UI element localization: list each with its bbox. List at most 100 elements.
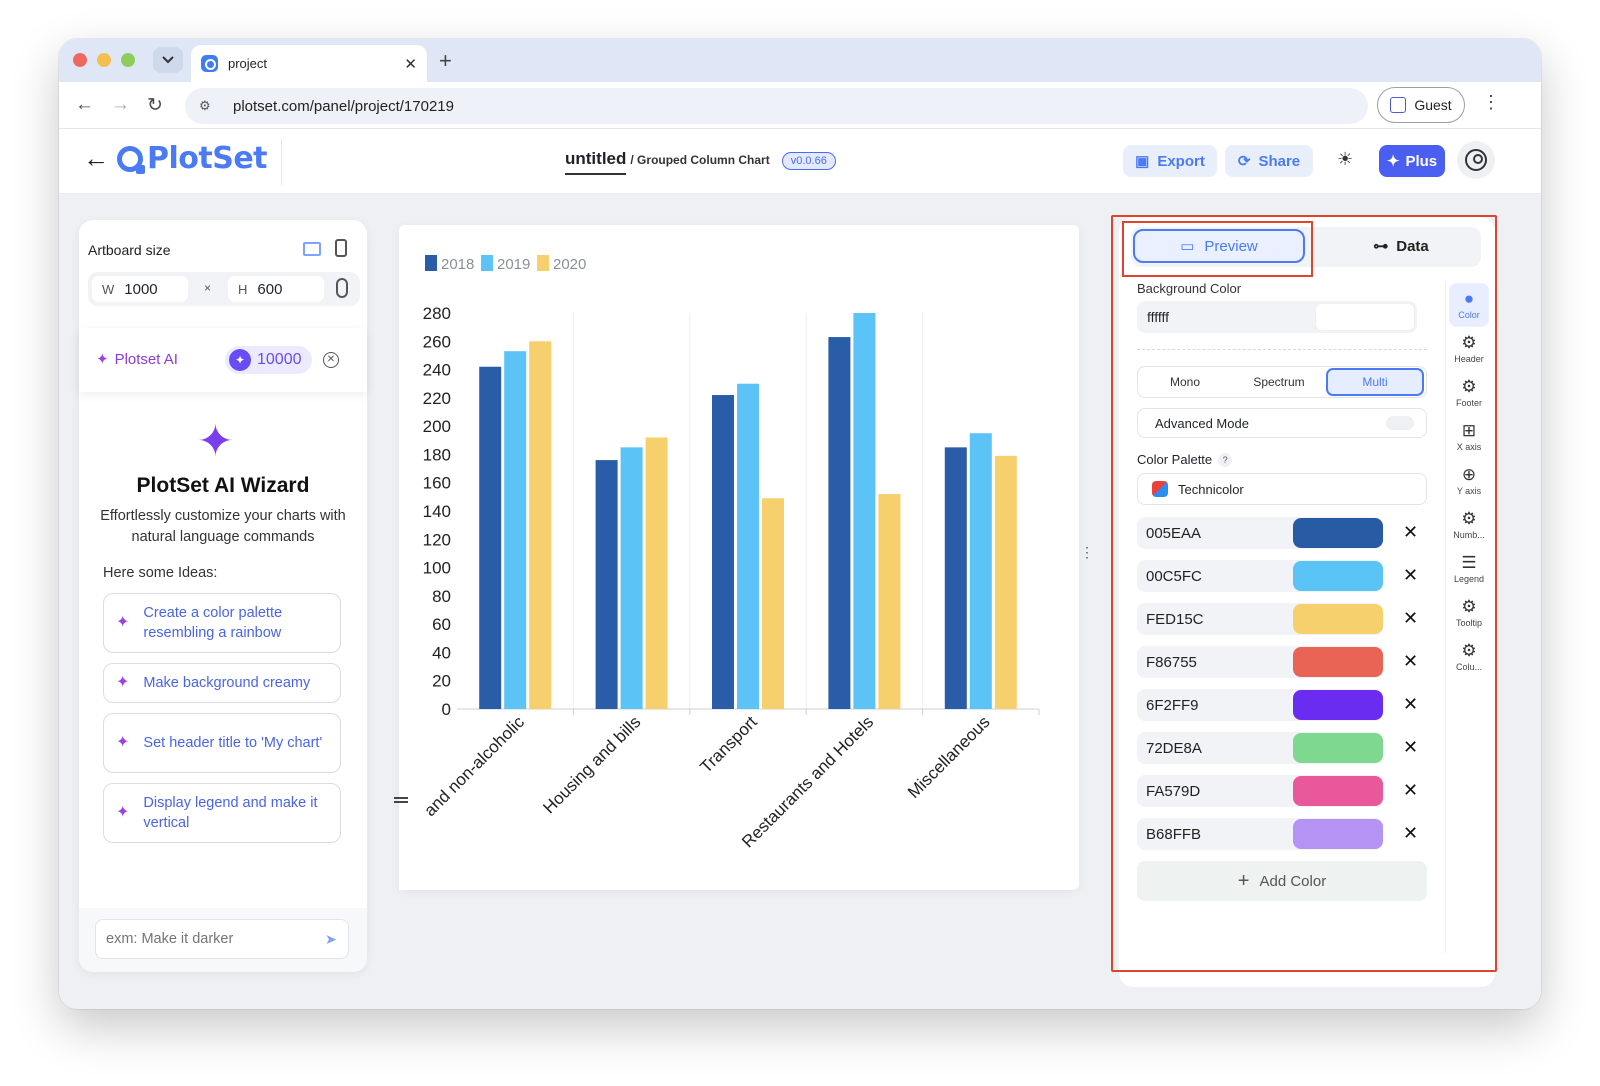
color-swatch[interactable]	[1293, 776, 1383, 806]
color-swatch[interactable]	[1293, 690, 1383, 720]
color-swatch[interactable]	[1293, 604, 1383, 634]
share-button[interactable]: ⟳ Share	[1225, 145, 1313, 177]
color-row: 72DE8A ✕	[1137, 732, 1427, 764]
rail-item-x-axis[interactable]: ⊞ X axis	[1449, 415, 1489, 459]
color-swatch[interactable]	[1293, 819, 1383, 849]
tab-preview[interactable]: ▭ Preview	[1133, 229, 1305, 263]
mode-mono[interactable]: Mono	[1138, 375, 1232, 389]
chart-artboard[interactable]: 2018 2019 2020 280 260 240 220 200 180 160 140 120 1…	[399, 225, 1079, 890]
remove-color-icon[interactable]: ✕	[1403, 565, 1418, 586]
remove-color-icon[interactable]: ✕	[1403, 737, 1418, 758]
side-resize-handle[interactable]: ⋮	[1080, 544, 1094, 561]
mobile-icon[interactable]	[335, 239, 347, 257]
advanced-mode-label: Advanced Mode	[1155, 415, 1249, 431]
preview-label: Preview	[1204, 237, 1258, 255]
rail-item-tooltip[interactable]: ⚙ Tooltip	[1449, 591, 1489, 635]
bar	[828, 337, 851, 709]
desktop-icon[interactable]	[303, 242, 321, 256]
forward-icon[interactable]: →	[111, 94, 130, 116]
color-swatch[interactable]	[1293, 561, 1383, 591]
idea-button[interactable]: ✦ Display legend and make it vertical	[103, 783, 341, 843]
height-field[interactable]: H 600	[228, 276, 324, 302]
plotset-logo[interactable]: PlotSet	[117, 141, 268, 176]
bar	[504, 351, 527, 709]
back-arrow-icon[interactable]: ←	[83, 143, 109, 174]
width-value: 1000	[124, 280, 158, 298]
send-icon[interactable]: ➤	[325, 931, 337, 948]
browser-menu-icon[interactable]: ⋮	[1482, 92, 1500, 113]
rail-label: Y axis	[1456, 486, 1482, 496]
legend-label: 2020	[553, 256, 586, 273]
y-tick-label: 20	[432, 672, 451, 691]
height-value: 600	[257, 280, 283, 298]
rail-item-legend[interactable]: ☰ Legend	[1449, 547, 1489, 591]
remove-color-icon[interactable]: ✕	[1403, 608, 1418, 629]
wizard-sparkle-icon: ✦	[197, 417, 234, 466]
idea-button[interactable]: ✦ Set header title to 'My chart'	[103, 713, 341, 773]
account-button[interactable]	[1457, 141, 1495, 179]
profile-label: Guest	[1414, 97, 1452, 113]
minimize-window-button[interactable]	[97, 53, 111, 67]
project-name[interactable]: untitled	[565, 149, 627, 175]
palette-select[interactable]: Technicolor	[1137, 473, 1427, 505]
color-swatch[interactable]	[1293, 733, 1383, 763]
browser-tab[interactable]: project ✕	[191, 45, 427, 82]
ai-prompt-input[interactable]	[95, 919, 349, 959]
theme-toggle-icon[interactable]: ☀	[1337, 149, 1353, 170]
remove-color-icon[interactable]: ✕	[1403, 522, 1418, 543]
reload-icon[interactable]: ↻	[147, 94, 163, 117]
plus-button[interactable]: ✦ Plus	[1379, 145, 1445, 177]
mode-multi[interactable]: Multi	[1326, 368, 1424, 396]
data-tree-icon: ⊶	[1373, 238, 1389, 255]
remove-color-icon[interactable]: ✕	[1403, 780, 1418, 801]
site-info-icon[interactable]: ⚙	[199, 98, 217, 114]
mode-spectrum[interactable]: Spectrum	[1232, 375, 1326, 389]
sparkle-icon: ✦	[116, 734, 130, 751]
bg-color-field[interactable]: ffffff	[1137, 301, 1417, 333]
back-icon[interactable]: ←	[75, 94, 94, 116]
color-hex-value: 6F2FF9	[1146, 696, 1199, 714]
rail-item-color[interactable]: ● Color	[1449, 283, 1489, 327]
idea-button[interactable]: ✦ Create a color palette resembling a ra…	[103, 593, 341, 653]
bar	[737, 383, 759, 709]
maximize-window-button[interactable]	[121, 53, 135, 67]
rail-item-header[interactable]: ⚙ Header	[1449, 327, 1489, 371]
tab-search-button[interactable]	[153, 47, 183, 73]
close-window-button[interactable]	[73, 53, 87, 67]
legend-swatch	[537, 255, 549, 271]
url-text: plotset.com/panel/project/170219	[233, 97, 454, 115]
new-tab-button[interactable]: +	[439, 48, 452, 74]
tab-close-icon[interactable]: ✕	[404, 55, 417, 73]
chat-bar: ➤	[79, 908, 367, 972]
width-field[interactable]: W 1000	[92, 276, 188, 302]
browser-toolbar: ← → ↻ ⚙ plotset.com/panel/project/170219…	[59, 82, 1541, 129]
add-color-button[interactable]: + Add Color	[1137, 861, 1427, 901]
y-tick-label: 40	[432, 643, 451, 662]
rail-item-colu[interactable]: ⚙ Colu...	[1449, 635, 1489, 679]
help-icon[interactable]: ?	[1218, 452, 1233, 467]
rail-item-numb[interactable]: ⚙ Numb...	[1449, 503, 1489, 547]
idea-button[interactable]: ✦ Make background creamy	[103, 663, 341, 703]
remove-color-icon[interactable]: ✕	[1403, 651, 1418, 672]
close-ai-icon[interactable]: ✕	[323, 352, 339, 368]
export-button[interactable]: ▣ Export	[1123, 145, 1217, 177]
gear-icon: ⚙	[1461, 597, 1477, 616]
advanced-mode-toggle[interactable]	[1386, 416, 1414, 430]
settings-panel: ▭ Preview ⊶ Data Background Color ffffff…	[1119, 217, 1495, 987]
aspect-lock-icon[interactable]	[336, 278, 348, 298]
address-bar[interactable]: ⚙ plotset.com/panel/project/170219	[185, 88, 1368, 124]
credits-value: 10000	[257, 351, 302, 368]
rail-item-footer[interactable]: ⚙ Footer	[1449, 371, 1489, 415]
color-swatch[interactable]	[1293, 647, 1383, 677]
remove-color-icon[interactable]: ✕	[1403, 823, 1418, 844]
bg-color-swatch[interactable]	[1315, 303, 1415, 331]
resize-handle[interactable]	[394, 797, 408, 803]
tab-data[interactable]: ⊶ Data	[1321, 229, 1481, 263]
profile-button[interactable]: Guest	[1377, 87, 1465, 123]
color-swatch[interactable]	[1293, 518, 1383, 548]
y-tick-label: 260	[423, 332, 451, 351]
y-tick-label: 60	[432, 615, 451, 634]
wizard-description: Effortlessly customize your charts with …	[100, 508, 346, 545]
remove-color-icon[interactable]: ✕	[1403, 694, 1418, 715]
rail-item-y-axis[interactable]: ⊕ Y axis	[1449, 459, 1489, 503]
